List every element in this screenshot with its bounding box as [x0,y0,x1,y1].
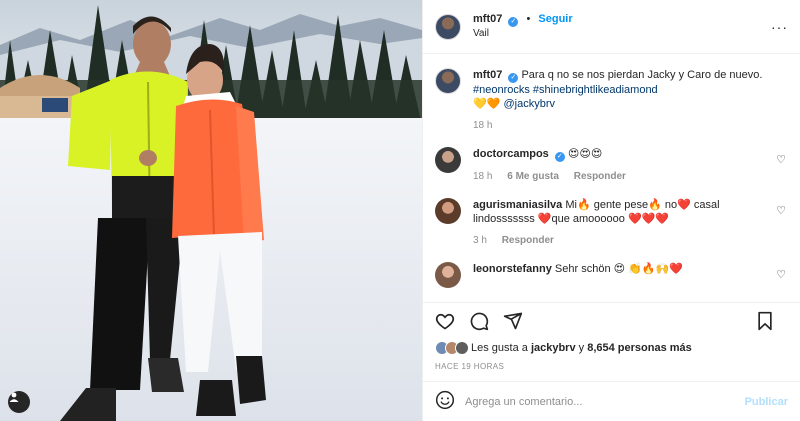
bookmark-icon[interactable] [756,311,774,331]
post-dialog: mft07 ✓ • Seguir Vail ··· mft07 ✓ Para q… [0,0,800,421]
post-location[interactable]: Vail [473,27,573,41]
author-avatar[interactable] [435,13,461,40]
caption-time: 18 h [473,120,493,131]
comment-time: 18 h [473,171,493,182]
caption-hearts: 💛🧡 [473,98,501,110]
likes-count[interactable]: 8,654 personas más [587,342,692,354]
commenter-avatar[interactable] [435,198,461,224]
reply-button[interactable]: Responder [502,235,554,246]
publish-button[interactable]: Publicar [745,396,788,408]
author-username[interactable]: mft07 [473,13,502,25]
verified-badge-icon: ✓ [554,152,565,162]
verified-badge-icon: ✓ [508,73,519,83]
comment-likes[interactable]: 6 Me gusta [507,171,559,182]
comment-input[interactable] [465,395,745,408]
caption-hashtags[interactable]: #neonrocks #shinebrightlikeadiamond [473,84,658,96]
comment-username[interactable]: agurismaniasilva [473,199,562,211]
post-timestamp[interactable]: Hace 19 horas [423,358,800,381]
comment-time: 3 h [473,235,487,246]
comment-username[interactable]: doctorcampos [473,148,549,160]
like-comment-icon[interactable]: ♡ [776,153,786,166]
caption-text: Para q no se nos pierdan Jacky y Caro de… [521,69,763,81]
heart-icon[interactable] [435,311,455,331]
send-icon[interactable] [503,311,523,331]
comment-text: 😍😍😍 [567,148,603,160]
post-sidebar: mft07 ✓ • Seguir Vail ··· mft07 ✓ Para q… [422,0,800,421]
caption-username[interactable]: mft07 [473,69,502,81]
comment-item: agurismaniasilva Mi🔥 gente pese🔥 no❤️ ca… [435,198,788,248]
comment-icon[interactable] [469,311,489,331]
post-header: mft07 ✓ • Seguir Vail ··· [423,0,800,54]
caption: mft07 ✓ Para q no se nos pierdan Jacky y… [435,68,788,133]
like-comment-icon[interactable]: ♡ [776,204,786,217]
verified-badge-icon: ✓ [508,17,519,27]
likes-prefix: Les gusta a [471,342,528,354]
separator-dot: • [526,13,531,25]
comments-list: mft07 ✓ Para q no se nos pierdan Jacky y… [423,54,800,302]
comment-username[interactable]: leonorstefanny [473,263,552,275]
follow-button[interactable]: Seguir [538,13,572,25]
comment-text: Sehr schön 😍 👏🔥🙌❤️ [554,263,683,275]
action-bar [423,302,800,338]
smiley-icon[interactable] [435,390,455,413]
more-options-icon[interactable]: ··· [771,19,788,35]
photo-illustration [0,0,422,421]
reply-button[interactable]: Responder [574,171,626,182]
comment-item: leonorstefanny Sehr schön 😍 👏🔥🙌❤️ ♡ [435,262,788,288]
caption-mention[interactable]: @jackybrv [503,98,555,110]
person-icon [9,392,19,402]
comment-item: doctorcampos ✓ 😍😍😍 18 h 6 Me gusta Respo… [435,147,788,184]
commenter-avatar[interactable] [435,262,461,288]
like-comment-icon[interactable]: ♡ [776,268,786,281]
likes-summary: Les gusta a jackybrv y 8,654 personas má… [423,338,800,358]
likes-joiner: y [578,342,585,354]
commenter-avatar[interactable] [435,147,461,173]
comment-composer: Publicar [423,381,800,421]
caption-avatar[interactable] [435,68,461,94]
likes-user[interactable]: jackybrv [531,342,576,354]
liker-avatars[interactable] [435,341,469,355]
tagged-users-button[interactable] [8,391,30,413]
post-photo[interactable] [0,0,422,421]
